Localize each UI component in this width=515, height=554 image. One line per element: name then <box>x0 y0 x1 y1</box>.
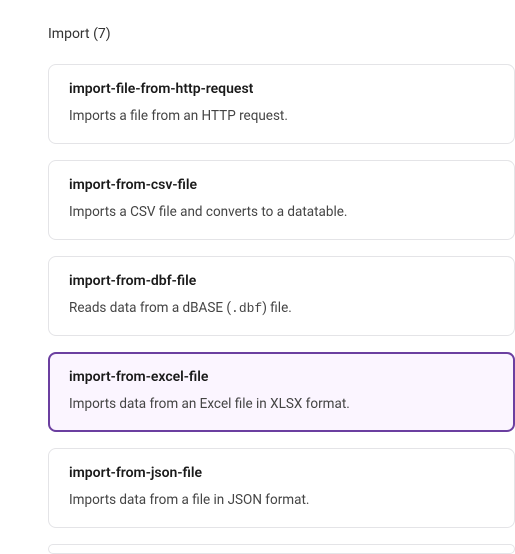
section-header: Import (7) <box>48 26 515 42</box>
card-partial[interactable] <box>48 544 515 554</box>
import-section: Import (7) import-file-from-http-request… <box>0 0 515 554</box>
section-label: Import <box>48 26 90 42</box>
section-count: 7 <box>98 26 106 42</box>
desc-post: ) file. <box>262 300 292 316</box>
card-description: Imports a file from an HTTP request. <box>69 107 494 126</box>
card-description: Imports a CSV file and converts to a dat… <box>69 203 494 222</box>
desc-pre: Reads data from a dBASE ( <box>69 300 231 316</box>
card-description: Imports data from a file in JSON format. <box>69 491 494 510</box>
card-description: Imports data from an Excel file in XLSX … <box>69 395 494 414</box>
card-title: import-from-dbf-file <box>69 273 494 289</box>
card-import-from-json-file[interactable]: import-from-json-file Imports data from … <box>48 448 515 528</box>
card-title: import-from-json-file <box>69 465 494 481</box>
desc-mono: .dbf <box>231 301 262 316</box>
card-title: import-file-from-http-request <box>69 81 494 97</box>
card-import-from-dbf-file[interactable]: import-from-dbf-file Reads data from a d… <box>48 256 515 336</box>
card-title: import-from-csv-file <box>69 177 494 193</box>
card-import-from-excel-file[interactable]: import-from-excel-file Imports data from… <box>48 352 515 432</box>
card-import-from-csv-file[interactable]: import-from-csv-file Imports a CSV file … <box>48 160 515 240</box>
card-description: Reads data from a dBASE (.dbf) file. <box>69 299 494 318</box>
card-import-file-from-http-request[interactable]: import-file-from-http-request Imports a … <box>48 64 515 144</box>
card-title: import-from-excel-file <box>69 369 494 385</box>
